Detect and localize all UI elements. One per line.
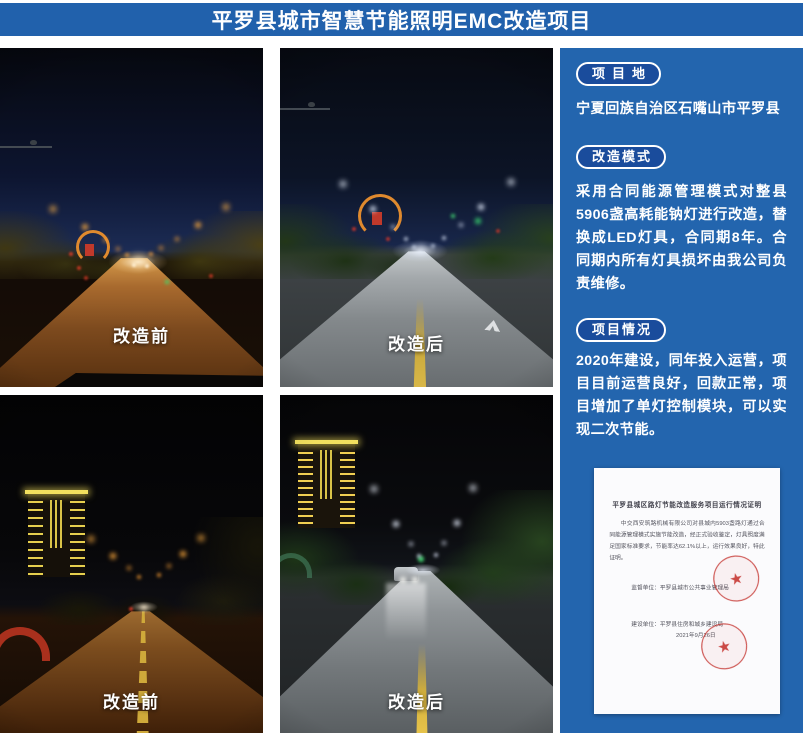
photo-label: 改造前 — [113, 322, 170, 347]
renovation-mode-text: 采用合同能源管理模式对整县5906盏高耗能钠灯进行改造，替换成LED灯具，合同期… — [576, 181, 787, 296]
slide: 平罗县城市智慧节能照明EMC改造项目 改造前 改造后 — [0, 0, 803, 733]
badge-project-status: 项目情况 — [576, 318, 666, 342]
badge-project-location: 项目地 — [576, 62, 661, 86]
project-location-text: 宁夏回族自治区石嘴山市平罗县 — [576, 98, 787, 121]
photo-bottom-before: 改造前 — [0, 395, 263, 733]
header-bar: 平罗县城市智慧节能照明EMC改造项目 — [0, 3, 803, 36]
vignette-overlay — [280, 395, 553, 733]
certificate-content: 平罗县城区路灯节能改造服务项目运行情况证明 中交西安筑路机械有限公司对县城内59… — [594, 468, 780, 714]
certificate-document: 平罗县城区路灯节能改造服务项目运行情况证明 中交西安筑路机械有限公司对县城内59… — [594, 468, 780, 714]
photo-top-before: 改造前 — [0, 48, 263, 387]
photo-top-after: 改造后 — [280, 48, 553, 387]
photo-label: 改造后 — [388, 688, 445, 713]
photo-label: 改造后 — [388, 330, 445, 355]
badge-renovation-mode: 改造模式 — [576, 145, 666, 169]
certificate-date: 2021年9月26日 — [594, 631, 780, 639]
photo-bottom-after: 改造后 — [280, 395, 553, 733]
certificate-builder-line: 建设单位：平罗县住房和城乡建设局 — [594, 620, 780, 628]
vignette-overlay — [0, 395, 263, 733]
project-status-text: 2020年建设，同年投入运营，项目目前运营良好，回款正常，项目增加了单灯控制模块… — [576, 350, 787, 442]
info-sidebar: 项目地 宁夏回族自治区石嘴山市平罗县 改造模式 采用合同能源管理模式对整县590… — [560, 48, 803, 733]
photo-label: 改造前 — [103, 688, 160, 713]
page-title: 平罗县城市智慧节能照明EMC改造项目 — [212, 5, 592, 35]
certificate-title: 平罗县城区路灯节能改造服务项目运行情况证明 — [594, 500, 780, 509]
